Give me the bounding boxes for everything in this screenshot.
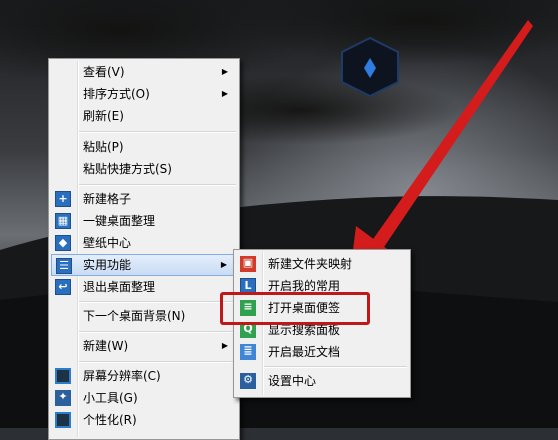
menu-item-label: 显示搜索面板 <box>268 323 341 337</box>
submenu-arrow-icon: ▶ <box>221 89 228 98</box>
menu-item-utilities[interactable]: ☰ 实用功能 ▶ <box>51 254 237 276</box>
menu-item-label: 实用功能 <box>83 258 132 272</box>
menu-item-organize-desktop[interactable]: ▦ 一键桌面整理 <box>51 210 237 232</box>
menu-item-label: 壁纸中心 <box>83 236 132 250</box>
menu-separator <box>79 131 236 133</box>
exit-icon: ↩ <box>55 279 71 295</box>
menu-item-label: 开启我的常用 <box>268 279 341 293</box>
document-icon: ≣ <box>240 344 256 360</box>
menu-item-label: 新建文件夹映射 <box>268 257 353 271</box>
menu-item-label: 个性化(R) <box>83 413 137 427</box>
menu-item-screen-resolution[interactable]: 屏幕分辨率(C) <box>51 365 237 387</box>
submenu-item-new-folder-mapping[interactable]: ▣ 新建文件夹映射 <box>236 253 408 275</box>
menu-item-new[interactable]: 新建(W) ▶ <box>51 335 237 357</box>
menu-item-label: 下一个桌面背景(N) <box>83 309 186 323</box>
menu-item-label: 查看(V) <box>83 65 125 79</box>
menu-item-label: 新建(W) <box>83 339 129 353</box>
cube-icon: ◆ <box>55 235 71 251</box>
menu-item-paste[interactable]: 粘贴(P) <box>51 136 237 158</box>
menu-item-paste-shortcut[interactable]: 粘贴快捷方式(S) <box>51 158 237 180</box>
personalize-icon <box>55 412 71 428</box>
menu-item-label: 新建格子 <box>83 192 132 206</box>
menu-separator <box>79 301 236 303</box>
menu-item-label: 刷新(E) <box>83 109 124 123</box>
menu-item-sort-by[interactable]: 排序方式(O) ▶ <box>51 83 237 105</box>
menu-item-label: 粘贴快捷方式(S) <box>83 162 172 176</box>
menu-item-wallpaper-center[interactable]: ◆ 壁纸中心 <box>51 232 237 254</box>
menu-item-label: 一键桌面整理 <box>83 214 156 228</box>
submenu-item-settings-center[interactable]: ⚙ 设置中心 <box>236 370 408 392</box>
menu-item-label: 设置中心 <box>268 374 317 388</box>
cube-logo-icon <box>341 36 399 98</box>
submenu-arrow-icon: ▶ <box>221 67 228 76</box>
menu-item-label: 退出桌面整理 <box>83 280 156 294</box>
menu-separator <box>79 361 236 363</box>
submenu-arrow-icon: ▶ <box>220 260 227 269</box>
menu-item-gadgets[interactable]: ✦ 小工具(G) <box>51 387 237 409</box>
plus-icon: + <box>55 191 71 207</box>
menu-item-view[interactable]: 查看(V) ▶ <box>51 61 237 83</box>
context-menu: 查看(V) ▶ 排序方式(O) ▶ 刷新(E) 粘贴(P) 粘贴快捷方式(S) … <box>48 58 240 440</box>
menu-separator <box>79 331 236 333</box>
gadget-icon: ✦ <box>55 390 71 406</box>
menu-item-exit-organizer[interactable]: ↩ 退出桌面整理 <box>51 276 237 298</box>
menu-item-new-grid[interactable]: + 新建格子 <box>51 188 237 210</box>
grid-icon: ▦ <box>55 213 71 229</box>
submenu-arrow-icon: ▶ <box>221 341 228 350</box>
menu-item-label: 粘贴(P) <box>83 140 124 154</box>
list-icon: ☰ <box>56 258 72 274</box>
menu-item-next-background[interactable]: 下一个桌面背景(N) <box>51 305 237 327</box>
highlight-callout-box <box>220 292 370 325</box>
gear-icon: ⚙ <box>240 373 256 389</box>
menu-item-label: 屏幕分辨率(C) <box>83 369 161 383</box>
menu-item-refresh[interactable]: 刷新(E) <box>51 105 237 127</box>
folder-map-icon: ▣ <box>240 256 256 272</box>
menu-item-label: 小工具(G) <box>83 391 138 405</box>
menu-separator <box>264 366 407 368</box>
submenu-item-recent-documents[interactable]: ≣ 开启最近文档 <box>236 341 408 363</box>
menu-separator <box>79 184 236 186</box>
monitor-icon <box>55 368 71 384</box>
menu-item-label: 开启最近文档 <box>268 345 341 359</box>
menu-item-label: 排序方式(O) <box>83 87 150 101</box>
